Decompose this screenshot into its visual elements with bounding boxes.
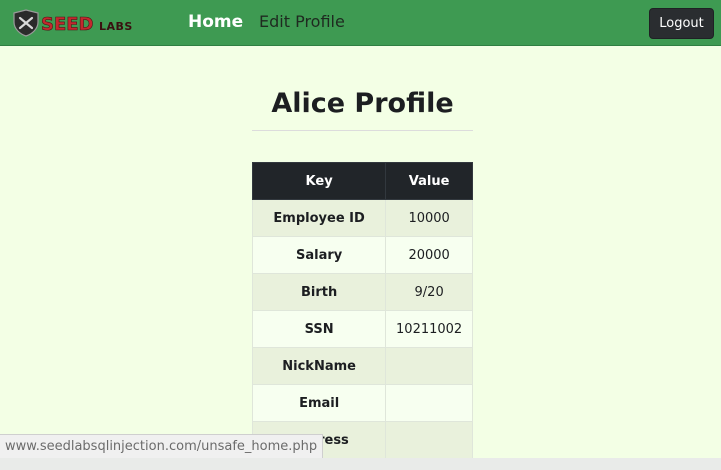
table-header-row: Key Value bbox=[251, 162, 473, 200]
page-title: Alice Profile bbox=[271, 88, 454, 119]
row-key-employee-id: Employee ID bbox=[251, 199, 387, 237]
table-row: Salary 20000 bbox=[251, 236, 473, 274]
link-status-bar: www.seedlabsqlinjection.com/unsafe_home.… bbox=[0, 434, 324, 458]
column-header-key: Key bbox=[251, 162, 387, 200]
row-value-employee-id: 10000 bbox=[385, 199, 473, 237]
row-key-salary: Salary bbox=[251, 236, 387, 274]
page: SEED LABS Home Edit Profile Logout Alice… bbox=[0, 0, 721, 470]
svg-text:LABS: LABS bbox=[99, 20, 133, 33]
row-value-birth: 9/20 bbox=[385, 273, 473, 311]
table-row: SSN 10211002 bbox=[251, 310, 473, 348]
nav-edit-profile-link[interactable]: Edit Profile bbox=[259, 12, 345, 32]
row-value-address bbox=[385, 421, 473, 459]
title-divider bbox=[252, 130, 473, 131]
row-value-email bbox=[385, 384, 473, 422]
table-row: NickName bbox=[251, 347, 473, 385]
seedlabs-logo-icon: SEED LABS bbox=[13, 9, 133, 37]
profile-table: Key Value Employee ID 10000 Salary 20000… bbox=[251, 162, 473, 459]
navbar: SEED LABS Home Edit Profile Logout bbox=[0, 0, 721, 46]
row-value-nickname bbox=[385, 347, 473, 385]
svg-text:SEED: SEED bbox=[41, 14, 94, 35]
table-row: Birth 9/20 bbox=[251, 273, 473, 311]
column-header-value: Value bbox=[385, 162, 473, 200]
nav-home-link[interactable]: Home bbox=[188, 12, 243, 32]
seedlabs-logo[interactable]: SEED LABS bbox=[12, 9, 146, 37]
row-key-email: Email bbox=[251, 384, 387, 422]
row-value-salary: 20000 bbox=[385, 236, 473, 274]
row-key-nickname: NickName bbox=[251, 347, 387, 385]
row-value-ssn: 10211002 bbox=[385, 310, 473, 348]
table-row: Employee ID 10000 bbox=[251, 199, 473, 237]
table-row: Email bbox=[251, 384, 473, 422]
logout-button[interactable]: Logout bbox=[649, 8, 714, 39]
row-key-ssn: SSN bbox=[251, 310, 387, 348]
row-key-birth: Birth bbox=[251, 273, 387, 311]
window-bottom-strip bbox=[0, 458, 721, 470]
